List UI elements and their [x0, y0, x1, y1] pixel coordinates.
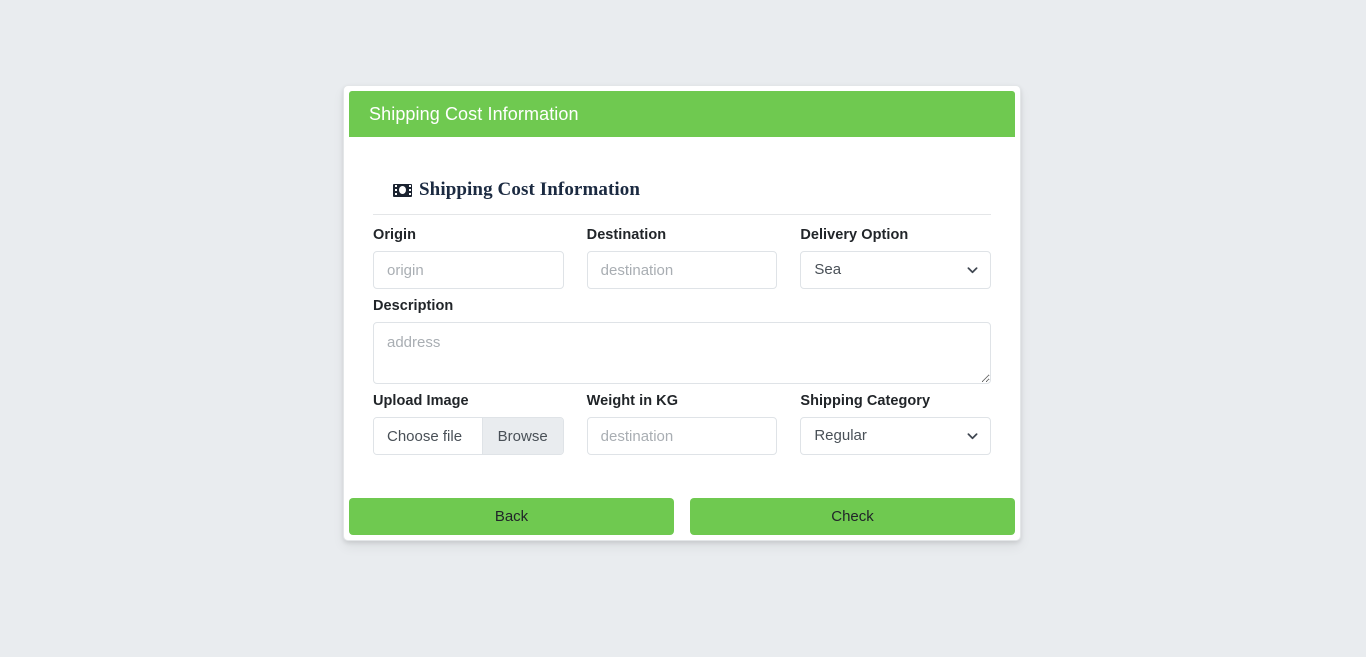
file-name-text: Choose file	[374, 418, 482, 454]
form-row-locations: Origin Destination Delivery Option Sea	[373, 227, 992, 289]
description-label: Description	[373, 298, 454, 314]
shipping-category-label: Shipping Category	[800, 393, 931, 409]
card-body: Shipping Cost Information Origin Destina…	[349, 137, 1015, 478]
destination-label: Destination	[586, 227, 667, 243]
delivery-option-label: Delivery Option	[800, 227, 909, 243]
money-bill-icon	[393, 183, 412, 197]
field-description: Description	[373, 298, 991, 384]
form-actions: Back Check	[349, 498, 1015, 535]
legend-divider	[373, 214, 991, 215]
delivery-option-select[interactable]: Sea	[800, 251, 992, 289]
check-button[interactable]: Check	[690, 498, 1015, 535]
delivery-option-select-wrap: Sea	[800, 251, 992, 289]
field-destination: Destination	[586, 227, 778, 289]
form-row-description: Description	[373, 298, 991, 384]
back-button[interactable]: Back	[349, 498, 674, 535]
shipping-category-select[interactable]: Regular	[800, 417, 992, 455]
form-legend-label: Shipping Cost Information	[419, 179, 641, 200]
page-title: Shipping Cost Information	[369, 104, 579, 124]
field-upload-image: Upload Image Choose file Browse	[373, 393, 564, 455]
shipping-category-select-wrap: Regular	[800, 417, 992, 455]
field-delivery-option: Delivery Option Sea	[800, 227, 992, 289]
browse-button[interactable]: Browse	[481, 418, 563, 454]
form-row-package: Upload Image Choose file Browse Weight i…	[373, 393, 992, 455]
field-origin: Origin	[373, 227, 564, 289]
weight-input[interactable]	[586, 417, 778, 455]
form-legend: Shipping Cost Information	[373, 179, 991, 201]
shipping-cost-card: Shipping Cost Information Shipping Cost …	[343, 85, 1021, 541]
description-textarea[interactable]	[373, 322, 991, 384]
field-shipping-category: Shipping Category Regular	[800, 393, 992, 455]
card-header: Shipping Cost Information	[349, 91, 1015, 137]
upload-image-label: Upload Image	[373, 393, 469, 409]
origin-input[interactable]	[373, 251, 564, 289]
field-weight: Weight in KG	[586, 393, 778, 455]
destination-input[interactable]	[586, 251, 778, 289]
upload-image-input[interactable]: Choose file Browse	[373, 417, 564, 455]
origin-label: Origin	[373, 227, 416, 243]
weight-label: Weight in KG	[586, 393, 679, 409]
page-root: Shipping Cost Information Shipping Cost …	[0, 0, 1366, 657]
